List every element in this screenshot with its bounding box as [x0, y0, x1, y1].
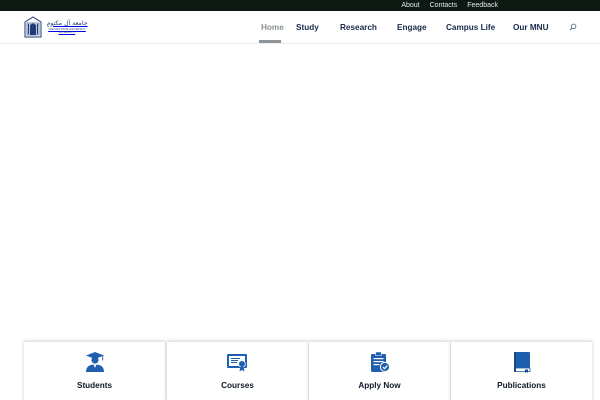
quick-links: Students Courses Apply Now Publications — [24, 341, 600, 400]
hero-area — [0, 45, 600, 340]
nav-item-engage[interactable]: Engage — [397, 23, 427, 32]
book-icon — [514, 352, 531, 373]
clipboard-check-icon — [371, 351, 391, 373]
topbar-link-about[interactable]: About — [401, 0, 419, 11]
card-label-students: Students — [76, 381, 113, 390]
card-apply-now[interactable]: Apply Now — [309, 341, 450, 400]
site-header: جامعة آل مكتوم THE MAKTOUM UNIVERSITY UN… — [0, 11, 600, 44]
card-publications[interactable]: Publications — [451, 341, 592, 400]
search-icon[interactable] — [569, 23, 577, 31]
card-label-publications: Publications — [497, 381, 546, 390]
certificate-icon — [227, 354, 247, 372]
card-label-courses: Courses — [221, 381, 254, 390]
top-utility-bar: About Contacts Feedback — [0, 0, 600, 11]
nav-item-research[interactable]: Research — [340, 23, 377, 32]
graduate-icon — [86, 352, 104, 372]
main-navigation: Home Study Research Engage Campus Life O… — [0, 11, 600, 44]
nav-item-study[interactable]: Study — [296, 23, 319, 32]
topbar-link-feedback[interactable]: Feedback — [467, 0, 498, 11]
nav-item-home[interactable]: Home — [261, 23, 284, 32]
card-students[interactable]: Students — [24, 341, 165, 400]
card-label-apply-now: Apply Now — [358, 381, 401, 390]
active-nav-indicator — [259, 40, 281, 43]
card-courses[interactable]: Courses — [167, 341, 308, 400]
nav-item-our-mnu[interactable]: Our MNU — [513, 23, 548, 32]
nav-item-campus-life[interactable]: Campus Life — [446, 23, 495, 32]
topbar-link-contacts[interactable]: Contacts — [430, 0, 458, 11]
